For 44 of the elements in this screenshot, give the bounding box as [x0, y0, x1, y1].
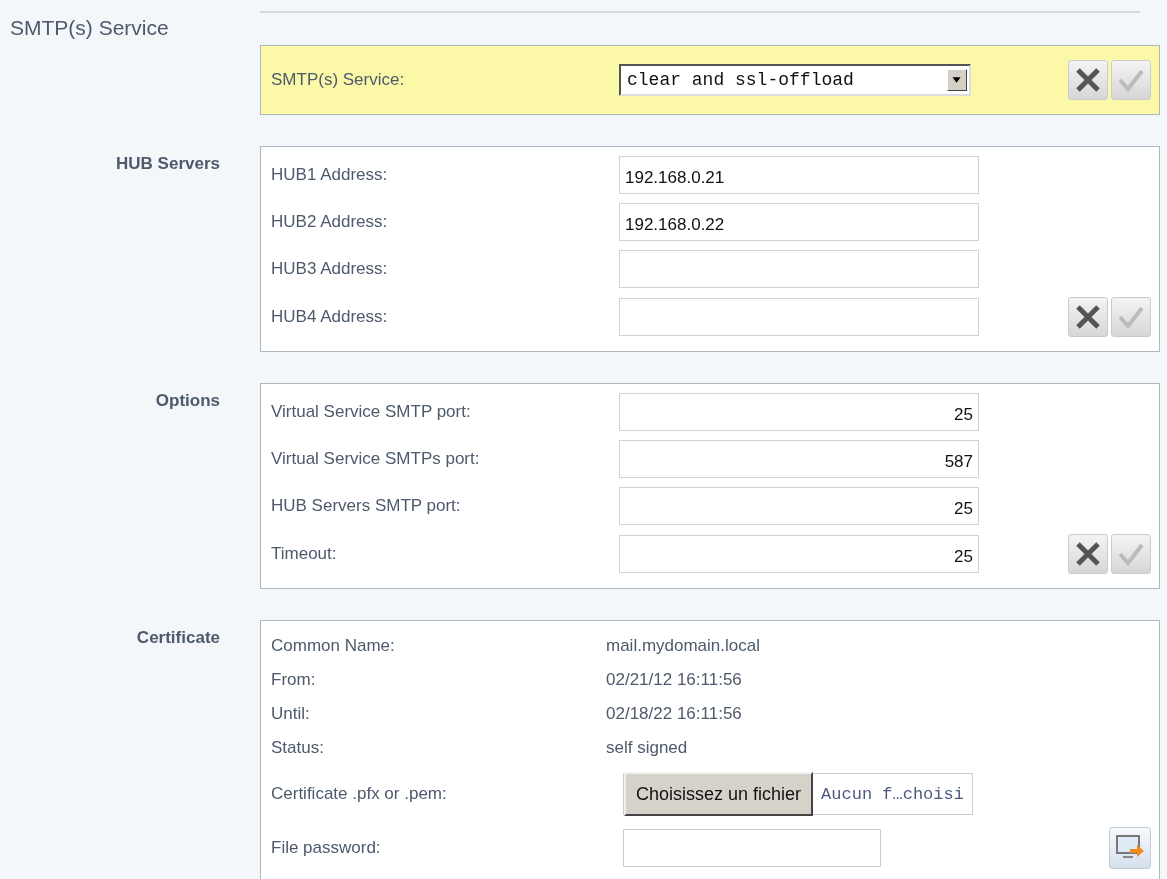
input-field[interactable]: 587 — [619, 440, 979, 478]
detail-label: Until: — [270, 704, 311, 724]
upload-button[interactable] — [1109, 827, 1151, 869]
cancel-button[interactable] — [1068, 534, 1108, 574]
caret-icon — [947, 69, 967, 91]
section-heading: Options — [154, 390, 221, 412]
detail-label: From: — [270, 670, 317, 690]
field-label: HUB3 Address: — [270, 259, 389, 279]
close-icon — [1074, 540, 1102, 568]
input-field[interactable]: 25 — [619, 487, 979, 525]
detail-label: Status: — [270, 738, 325, 758]
field-label: HUB4 Address: — [270, 307, 389, 327]
section-heading: Certificate — [135, 627, 221, 649]
input-field[interactable]: 192.168.0.22 — [619, 203, 979, 241]
field-label: Timeout: — [270, 544, 338, 564]
field-label: Virtual Service SMTP port: — [270, 402, 472, 422]
detail-label: Common Name: — [270, 636, 396, 656]
field-label: HUB Servers SMTP port: — [270, 496, 462, 516]
field-label: Certificate .pfx or .pem: — [270, 784, 448, 804]
cancel-button[interactable] — [1068, 297, 1108, 337]
section-heading: HUB Servers — [115, 153, 221, 175]
close-icon — [1074, 303, 1102, 331]
choose-file-button[interactable]: Choisissez un fichier — [624, 772, 814, 816]
file-input[interactable]: Choisissez un fichier Aucun f…choisi — [623, 773, 973, 815]
field-label: HUB2 Address: — [270, 212, 389, 232]
close-icon — [1074, 66, 1102, 94]
field-label: File password: — [270, 838, 382, 858]
detail-value: 02/21/12 16:11:56 — [606, 670, 742, 690]
detail-value: 02/18/22 16:11:56 — [606, 704, 742, 724]
input-field[interactable]: 25 — [619, 535, 979, 573]
field-label: HUB1 Address: — [270, 165, 389, 185]
page-title: SMTP(s) Service — [9, 15, 170, 41]
file-status: Aucun f…choisi — [820, 784, 965, 804]
detail-value: mail.mydomain.local — [606, 636, 760, 656]
input-field[interactable]: 25 — [619, 393, 979, 431]
field-label: Virtual Service SMTPs port: — [270, 449, 481, 469]
cancel-button[interactable] — [1068, 60, 1108, 100]
input-field[interactable] — [619, 298, 979, 336]
input-field[interactable] — [619, 250, 979, 288]
detail-value: self signed — [606, 738, 688, 758]
service-dropdown[interactable]: clear and ssl-offload — [619, 64, 971, 96]
password-field[interactable] — [623, 829, 881, 867]
input-field[interactable]: 192.168.0.21 — [619, 156, 979, 194]
field-label: SMTP(s) Service: — [270, 70, 406, 90]
